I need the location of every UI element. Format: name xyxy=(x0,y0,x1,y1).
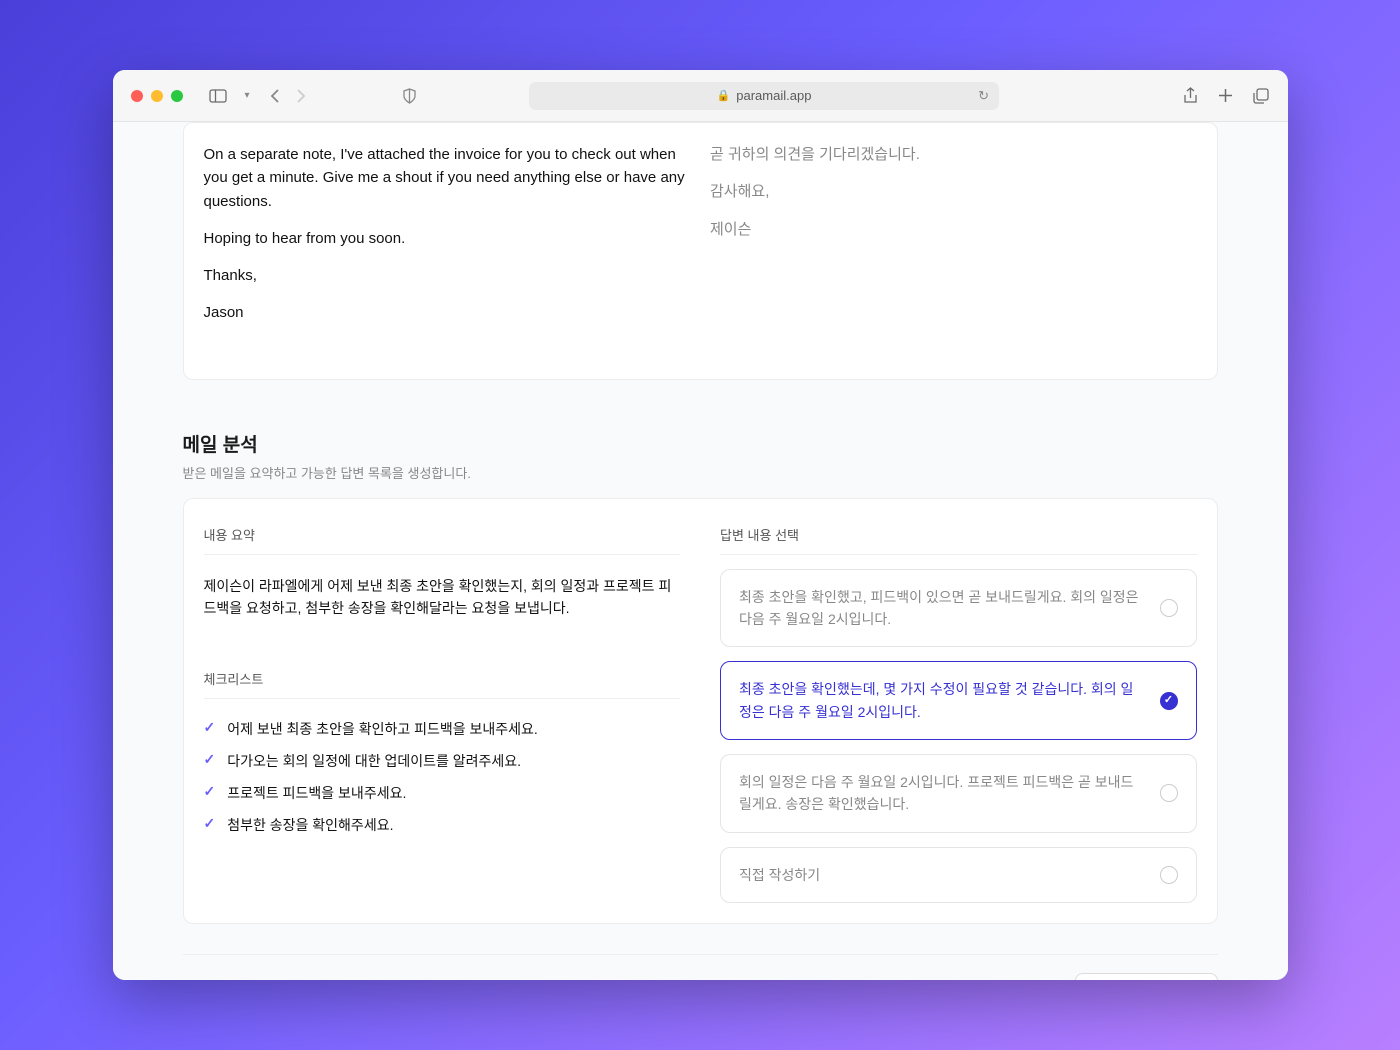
check-icon: ✓ xyxy=(204,783,216,803)
reply-text: 회의 일정은 다음 주 월요일 2시입니다. 프로젝트 피드백은 곧 보내드릴게… xyxy=(739,771,1146,816)
reply-text: 최종 초안을 확인했는데, 몇 가지 수정이 필요할 것 같습니다. 회의 일정… xyxy=(739,678,1146,723)
radio-icon xyxy=(1160,784,1178,802)
radio-icon xyxy=(1160,599,1178,617)
back-button[interactable] xyxy=(270,89,279,103)
lock-icon: 🔒 xyxy=(717,89,731,102)
radio-icon xyxy=(1160,866,1178,884)
new-tab-icon[interactable] xyxy=(1218,87,1233,105)
email-paragraph: 감사해요, xyxy=(710,180,1197,203)
tabs-icon[interactable] xyxy=(1253,87,1269,105)
forward-button[interactable] xyxy=(297,89,306,103)
analysis-left: 내용 요약 제이슨이 라파엘에게 어제 보낸 최종 초안을 확인했는지, 회의 … xyxy=(204,525,681,904)
email-card: On a separate note, I've attached the in… xyxy=(183,122,1218,380)
radio-checked-icon xyxy=(1160,692,1178,710)
email-paragraph: Hoping to hear from you soon. xyxy=(204,227,691,250)
url-bar[interactable]: 🔒 paramail.app ↻ xyxy=(529,82,999,110)
check-icon: ✓ xyxy=(204,815,216,835)
checklist-text: 프로젝트 피드백을 보내주세요. xyxy=(227,783,406,803)
chevron-down-icon[interactable]: ▾ xyxy=(245,90,250,101)
generate-email-button[interactable]: 메일 생성하기 xyxy=(1075,973,1217,980)
titlebar: ▾ 🔒 paramail.app ↻ xyxy=(113,70,1288,122)
checklist-text: 어제 보낸 최종 초안을 확인하고 피드백을 보내주세요. xyxy=(227,719,538,739)
email-paragraph: On a separate note, I've attached the in… xyxy=(204,143,691,213)
email-paragraph: Thanks, xyxy=(204,264,691,287)
check-icon: ✓ xyxy=(204,751,216,771)
checklist-label: 체크리스트 xyxy=(204,669,681,699)
check-icon: ✓ xyxy=(204,719,216,739)
analysis-card: 내용 요약 제이슨이 라파엘에게 어제 보낸 최종 초안을 확인했는지, 회의 … xyxy=(183,498,1218,925)
email-translation: 곧 귀하의 의견을 기다리겠습니다. 감사해요, 제이슨 xyxy=(710,143,1197,339)
page-content: On a separate note, I've attached the in… xyxy=(113,122,1288,980)
privacy-shield-icon[interactable] xyxy=(402,88,417,104)
checklist-item: ✓ 프로젝트 피드백을 보내주세요. xyxy=(204,783,681,803)
sidebar-toggle-icon[interactable] xyxy=(209,89,227,103)
url-text: paramail.app xyxy=(736,88,811,103)
traffic-lights xyxy=(131,90,183,102)
checklist-item: ✓ 다가오는 회의 일정에 대한 업데이트를 알려주세요. xyxy=(204,751,681,771)
section-header: 메일 분석 받은 메일을 요약하고 가능한 답변 목록을 생성합니다. xyxy=(183,430,1218,482)
section-title: 메일 분석 xyxy=(183,430,1218,457)
email-paragraph: 곧 귀하의 의견을 기다리겠습니다. xyxy=(710,143,1197,166)
email-signature: Jason xyxy=(204,301,691,324)
summary-label: 내용 요약 xyxy=(204,525,681,555)
reply-option-custom[interactable]: 직접 작성하기 xyxy=(720,847,1197,903)
reply-text: 직접 작성하기 xyxy=(739,864,1146,886)
summary-text: 제이슨이 라파엘에게 어제 보낸 최종 초안을 확인했는지, 회의 일정과 프로… xyxy=(204,575,681,620)
checklist-text: 첨부한 송장을 확인해주세요. xyxy=(227,815,393,835)
section-subtitle: 받은 메일을 요약하고 가능한 답변 목록을 생성합니다. xyxy=(183,463,1218,482)
browser-window: ▾ 🔒 paramail.app ↻ xyxy=(113,70,1288,980)
analysis-right: 답변 내용 선택 최종 초안을 확인했고, 피드백이 있으면 곧 보내드릴게요.… xyxy=(720,525,1197,904)
checklist-item: ✓ 어제 보낸 최종 초안을 확인하고 피드백을 보내주세요. xyxy=(204,719,681,739)
reply-option[interactable]: 회의 일정은 다음 주 월요일 2시입니다. 프로젝트 피드백은 곧 보내드릴게… xyxy=(720,754,1197,833)
close-window-button[interactable] xyxy=(131,90,143,102)
checklist: ✓ 어제 보낸 최종 초안을 확인하고 피드백을 보내주세요. ✓ 다가오는 회… xyxy=(204,719,681,835)
reply-option[interactable]: 최종 초안을 확인했고, 피드백이 있으면 곧 보내드릴게요. 회의 일정은 다… xyxy=(720,569,1197,648)
reply-text: 최종 초안을 확인했고, 피드백이 있으면 곧 보내드릴게요. 회의 일정은 다… xyxy=(739,586,1146,631)
checklist-text: 다가오는 회의 일정에 대한 업데이트를 알려주세요. xyxy=(227,751,521,771)
refresh-icon[interactable]: ↻ xyxy=(978,88,989,104)
maximize-window-button[interactable] xyxy=(171,90,183,102)
email-original: On a separate note, I've attached the in… xyxy=(204,143,691,339)
footer-bar: 메일 생성하기 xyxy=(183,954,1218,980)
email-signature: 제이슨 xyxy=(710,218,1197,241)
reply-label: 답변 내용 선택 xyxy=(720,525,1197,555)
checklist-item: ✓ 첨부한 송장을 확인해주세요. xyxy=(204,815,681,835)
share-icon[interactable] xyxy=(1183,87,1198,105)
reply-option[interactable]: 최종 초안을 확인했는데, 몇 가지 수정이 필요할 것 같습니다. 회의 일정… xyxy=(720,661,1197,740)
minimize-window-button[interactable] xyxy=(151,90,163,102)
